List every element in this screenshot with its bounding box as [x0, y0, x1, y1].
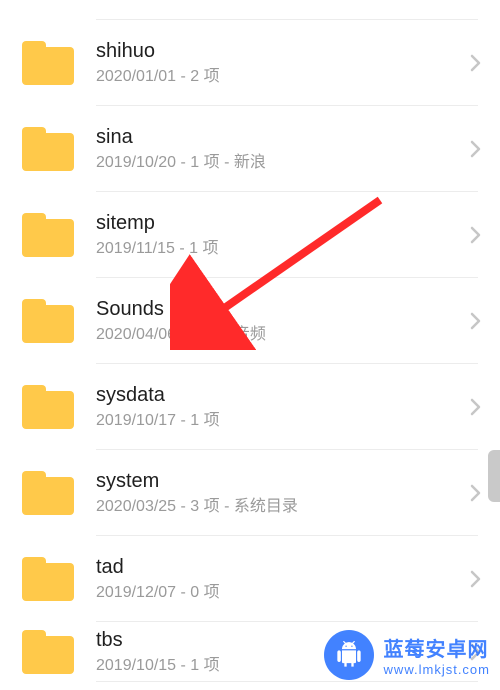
- folder-row[interactable]: system 2020/03/25 - 3 项 - 系统目录: [0, 450, 500, 536]
- folder-name: sysdata: [96, 383, 464, 407]
- folder-row[interactable]: sitemp 2019/11/15 - 1 项: [0, 192, 500, 278]
- folder-name: shihuo: [96, 39, 464, 63]
- folder-icon: [22, 299, 74, 343]
- folder-meta: 2020/01/01 - 2 项: [96, 67, 464, 86]
- chevron-right-icon: [464, 223, 488, 247]
- folder-meta: 2019/10/20 - 1 项 - 新浪: [96, 153, 464, 172]
- folder-row[interactable]: 2019/11/15 - 1 项: [0, 0, 500, 20]
- chevron-right-icon: [464, 51, 488, 75]
- folder-text: sina 2019/10/20 - 1 项 - 新浪: [96, 125, 464, 172]
- folder-text: Sounds 2020/04/06 - 4 项 - 音频: [96, 297, 464, 344]
- watermark-url: www.lmkjst.com: [384, 662, 490, 677]
- chevron-right-icon: [464, 481, 488, 505]
- folder-icon: [22, 557, 74, 601]
- chevron-right-icon: [464, 309, 488, 333]
- folder-icon: [22, 385, 74, 429]
- android-icon: [324, 630, 374, 680]
- chevron-right-icon: [464, 395, 488, 419]
- chevron-right-icon: [464, 137, 488, 161]
- folder-row[interactable]: Sounds 2020/04/06 - 4 项 - 音频: [0, 278, 500, 364]
- folder-text: tad 2019/12/07 - 0 项: [96, 555, 464, 602]
- folder-icon: [22, 630, 74, 674]
- folder-icon: [22, 41, 74, 85]
- folder-text: sitemp 2019/11/15 - 1 项: [96, 211, 464, 258]
- folder-icon: [22, 213, 74, 257]
- folder-name: system: [96, 469, 464, 493]
- folder-icon: [22, 471, 74, 515]
- folder-meta: 2020/03/25 - 3 项 - 系统目录: [96, 497, 464, 516]
- folder-meta: 2019/11/15 - 1 项: [96, 239, 464, 258]
- folder-name: sina: [96, 125, 464, 149]
- folder-text: system 2020/03/25 - 3 项 - 系统目录: [96, 469, 464, 516]
- folder-meta: 2020/04/06 - 4 项 - 音频: [96, 325, 464, 344]
- watermark-title: 蓝莓安卓网: [384, 633, 490, 662]
- row-divider: [96, 681, 478, 682]
- folder-row[interactable]: sina 2019/10/20 - 1 项 - 新浪: [0, 106, 500, 192]
- watermark: 蓝莓安卓网 www.lmkjst.com: [324, 630, 490, 680]
- folder-meta: 2019/12/07 - 0 项: [96, 583, 464, 602]
- folder-row[interactable]: sysdata 2019/10/17 - 1 项: [0, 364, 500, 450]
- chevron-right-icon: [464, 567, 488, 591]
- folder-text: shihuo 2020/01/01 - 2 项: [96, 39, 464, 86]
- folder-name: sitemp: [96, 211, 464, 235]
- folder-name: tad: [96, 555, 464, 579]
- folder-icon: [22, 127, 74, 171]
- folder-text: sysdata 2019/10/17 - 1 项: [96, 383, 464, 430]
- folder-row[interactable]: tad 2019/12/07 - 0 项: [0, 536, 500, 622]
- file-manager-screen: 2019/11/15 - 1 项 shihuo 2020/01/01 - 2 项 si…: [0, 0, 500, 690]
- folder-list: 2019/11/15 - 1 项 shihuo 2020/01/01 - 2 项 si…: [0, 0, 500, 682]
- folder-name: Sounds: [96, 297, 464, 321]
- folder-row[interactable]: shihuo 2020/01/01 - 2 项: [0, 20, 500, 106]
- scrollbar-thumb[interactable]: [488, 450, 500, 502]
- folder-meta: 2019/10/17 - 1 项: [96, 411, 464, 430]
